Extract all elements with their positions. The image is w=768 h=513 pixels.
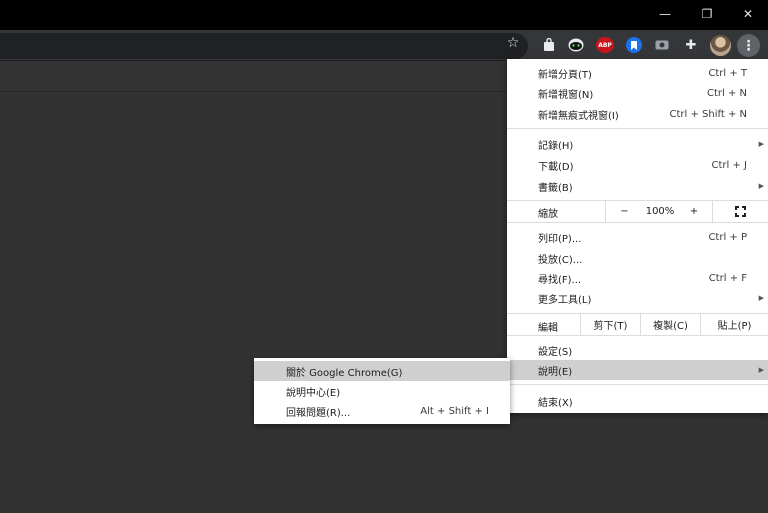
submenu-arrow-icon: ▶ [758,140,764,148]
submenu-item-about[interactable]: 關於 Google Chrome(G) [254,361,510,381]
menu-item-label: 投放(C)... [538,254,583,266]
submenu-arrow-icon: ▶ [758,182,764,190]
menu-item-print[interactable]: 列印(P)... Ctrl + P [507,227,768,247]
edit-label: 編輯 [538,323,558,334]
address-bar[interactable] [0,33,528,59]
menu-item-cast[interactable]: 投放(C)... [507,248,768,268]
menu-divider [507,128,768,129]
menu-item-settings[interactable]: 設定(S) [507,340,768,360]
zoom-label: 縮放 [538,209,558,220]
chrome-main-menu: 新增分頁(T) Ctrl + T 新增視窗(N) Ctrl + N 新增無痕式視… [507,59,768,413]
submenu-item-label: 回報問題(R)... [286,407,351,419]
cut-button[interactable]: 剪下(T) [580,314,640,335]
menu-item-more-tools[interactable]: 更多工具(L) ▶ [507,288,768,308]
title-bar: — ❐ ✕ [0,0,768,30]
menu-item-label: 下載(D) [538,161,574,173]
menu-item-exit[interactable]: 結束(X) [507,391,768,411]
camera-glyph [655,40,669,50]
menu-item-label: 更多工具(L) [538,294,592,306]
menu-item-help[interactable]: 說明(E) ▶ [507,360,768,380]
submenu-arrow-icon: ▶ [758,366,764,374]
menu-item-shortcut: Ctrl + T [708,67,747,79]
menu-item-label: 結束(X) [538,397,573,409]
fullscreen-icon [735,206,746,217]
menu-item-shortcut: Ctrl + P [708,231,747,243]
zoom-in-button[interactable]: + [677,201,711,222]
menu-item-downloads[interactable]: 下載(D) Ctrl + J [507,155,768,175]
fullscreen-button[interactable] [712,201,768,222]
menu-item-label: 設定(S) [538,346,573,358]
submenu-item-help-center[interactable]: 說明中心(E) [254,381,510,401]
menu-item-shortcut: Ctrl + N [706,87,747,99]
menu-item-label: 新增視窗(N) [538,89,594,101]
copy-button[interactable]: 複製(C) [640,314,700,335]
chrome-menu-button[interactable]: ⋮ [737,34,760,57]
minimize-button[interactable]: — [644,0,686,28]
ghost-icon[interactable] [568,37,584,53]
camera-icon[interactable] [654,37,670,53]
adblock-plus-icon[interactable]: ABP [596,37,614,53]
paste-button[interactable]: 貼上(P) [700,314,768,335]
menu-item-new-tab[interactable]: 新增分頁(T) Ctrl + T [507,63,768,83]
puzzle-extensions-icon[interactable]: ✚ [683,37,699,53]
menu-item-label: 說明(E) [538,366,573,378]
menu-item-label: 尋找(F)... [538,274,582,286]
menu-item-label: 列印(P)... [538,233,582,245]
submenu-item-label: 說明中心(E) [286,387,341,399]
shopping-bag-icon[interactable] [541,37,557,53]
restore-button[interactable]: ❐ [686,0,728,28]
menu-item-find[interactable]: 尋找(F)... Ctrl + F [507,268,768,288]
menu-item-label: 書籤(B) [538,182,573,194]
menu-item-shortcut: Ctrl + J [711,159,747,171]
profile-avatar[interactable] [710,35,731,56]
menu-item-label: 新增無痕式視窗(I) [538,110,619,122]
help-submenu: 關於 Google Chrome(G) 說明中心(E) 回報問題(R)... A… [254,358,510,424]
zoom-level: 100% [645,206,675,217]
menu-item-label: 新增分頁(T) [538,69,592,81]
menu-divider [507,335,768,336]
bookmark-star-icon[interactable]: ☆ [502,33,524,53]
menu-item-history[interactable]: 記錄(H) ▶ [507,134,768,154]
bookmark-glyph [631,40,637,50]
menu-item-new-window[interactable]: 新增視窗(N) Ctrl + N [507,83,768,103]
shopping-bag-glyph [544,38,554,51]
menu-item-shortcut: Ctrl + F [708,272,747,284]
submenu-item-shortcut: Alt + Shift + I [420,405,489,417]
browser-toolbar: ☆ ABP ✚ ⋮ [0,30,768,61]
submenu-arrow-icon: ▶ [758,294,764,302]
zoom-out-button[interactable]: − [605,201,643,222]
menu-item-label: 記錄(H) [538,140,574,152]
menu-item-shortcut: Ctrl + Shift + N [669,108,747,120]
close-button[interactable]: ✕ [727,0,768,28]
submenu-item-label: 關於 Google Chrome(G) [286,367,403,379]
menu-item-bookmarks[interactable]: 書籤(B) ▶ [507,176,768,196]
menu-item-new-incognito[interactable]: 新增無痕式視窗(I) Ctrl + Shift + N [507,104,768,124]
menu-divider [507,384,768,385]
submenu-item-report-issue[interactable]: 回報問題(R)... Alt + Shift + I [254,401,510,421]
bookmark-icon[interactable] [626,37,642,53]
edit-row: 編輯 剪下(T) 複製(C) 貼上(P) [507,314,768,335]
zoom-row: 縮放 − 100% + [507,201,768,222]
ghost-glyph [568,38,584,52]
menu-divider [507,222,768,223]
